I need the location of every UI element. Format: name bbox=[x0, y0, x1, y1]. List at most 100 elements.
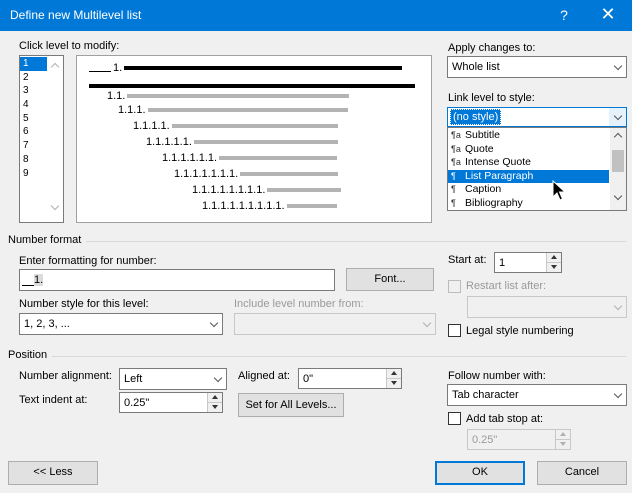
style-option[interactable]: ¶ Caption bbox=[448, 183, 609, 197]
chevron-down-icon[interactable] bbox=[418, 314, 435, 334]
tab-stop-spinner[interactable] bbox=[555, 430, 570, 449]
dialog-title: Define new Multilevel list bbox=[10, 8, 142, 22]
text-indent-value: 0.25" bbox=[124, 396, 150, 409]
preview-row: 1.1.1.1.1.1.1.1. bbox=[192, 184, 342, 196]
number-alignment-value: Left bbox=[124, 373, 143, 385]
spin-down-icon[interactable] bbox=[547, 263, 561, 273]
text-indent-input[interactable]: 0.25" bbox=[119, 392, 223, 413]
link-level-label: Link level to style: bbox=[448, 92, 535, 104]
start-at-spinner[interactable] bbox=[546, 253, 561, 272]
help-icon[interactable]: ? bbox=[556, 7, 572, 23]
chevron-down-icon[interactable] bbox=[609, 297, 626, 317]
legal-style-checkbox[interactable] bbox=[448, 324, 461, 337]
number-alignment-dropdown[interactable]: Left bbox=[119, 368, 227, 390]
preview-row: 1.1.1.1.1.1.1. bbox=[174, 168, 339, 180]
less-button[interactable]: << Less bbox=[8, 461, 98, 485]
legal-style-label: Legal style numbering bbox=[466, 325, 574, 337]
title-bar: Define new Multilevel list ? ✕ bbox=[0, 0, 632, 31]
aligned-at-label: Aligned at: bbox=[238, 370, 290, 382]
level-item[interactable]: 4 bbox=[20, 98, 47, 112]
font-button[interactable]: Font... bbox=[346, 268, 434, 291]
preview-number: 1.1.1. bbox=[118, 104, 146, 116]
style-option[interactable]: ¶a Quote bbox=[448, 143, 609, 157]
level-item[interactable]: 3 bbox=[20, 84, 47, 98]
cancel-button[interactable]: Cancel bbox=[537, 461, 627, 485]
tab-stop-input[interactable]: 0.25" bbox=[467, 429, 571, 450]
set-for-all-levels-button[interactable]: Set for All Levels... bbox=[238, 393, 344, 417]
spin-down-icon[interactable] bbox=[208, 403, 222, 413]
spin-up-icon[interactable] bbox=[387, 369, 401, 379]
preview-number: 1.1.1.1. bbox=[133, 120, 170, 132]
scroll-down-icon[interactable] bbox=[50, 201, 60, 211]
scroll-down-icon[interactable] bbox=[613, 191, 623, 201]
add-tab-stop-checkbox[interactable] bbox=[448, 412, 461, 425]
style-option-label: Quote bbox=[465, 142, 494, 155]
style-option[interactable]: ¶ Bibliography bbox=[448, 197, 609, 211]
chevron-down-icon[interactable] bbox=[609, 57, 626, 77]
spin-up-icon[interactable] bbox=[547, 253, 561, 263]
level-item[interactable]: 9 bbox=[20, 167, 47, 181]
paragraph-char-style-icon: ¶a bbox=[451, 143, 461, 154]
scroll-up-icon[interactable] bbox=[613, 132, 623, 142]
style-list-scrollbar[interactable] bbox=[610, 128, 626, 210]
level-list[interactable]: 123456789 bbox=[19, 55, 64, 223]
paragraph-char-style-icon: ¶a bbox=[451, 157, 461, 168]
chevron-down-icon[interactable] bbox=[205, 314, 222, 334]
text-indent-spinner[interactable] bbox=[207, 393, 222, 412]
spin-down-icon[interactable] bbox=[556, 440, 570, 450]
link-level-options[interactable]: ¶a Subtitle ¶a Quote ¶a Intense Quote ¶ List Pa… bbox=[447, 127, 627, 211]
aligned-at-spinner[interactable] bbox=[386, 369, 401, 388]
tab-stop-value: 0.25" bbox=[472, 433, 498, 446]
number-format-input[interactable]: 1. bbox=[19, 269, 335, 291]
level-list-scrollbar[interactable] bbox=[48, 56, 63, 222]
style-option[interactable]: ¶ List Paragraph bbox=[448, 169, 609, 184]
spin-up-icon[interactable] bbox=[208, 393, 222, 403]
aligned-at-input[interactable]: 0" bbox=[298, 368, 402, 389]
level-item[interactable]: 6 bbox=[20, 125, 47, 139]
include-level-dropdown[interactable] bbox=[234, 313, 436, 335]
style-option-label: List Paragraph bbox=[465, 169, 534, 182]
restart-list-dropdown[interactable] bbox=[467, 296, 627, 318]
style-option-label: Caption bbox=[465, 183, 502, 196]
level-item[interactable]: 2 bbox=[20, 71, 47, 85]
level-item[interactable]: 1 bbox=[20, 57, 47, 71]
preview-text-line bbox=[89, 84, 415, 88]
preview-text-line bbox=[286, 204, 337, 208]
chevron-down-icon[interactable] bbox=[609, 385, 626, 405]
spin-down-icon[interactable] bbox=[387, 379, 401, 389]
number-format-heading: Number format bbox=[8, 234, 82, 246]
preview-text-line bbox=[193, 140, 338, 144]
level-item[interactable]: 8 bbox=[20, 153, 47, 167]
restart-list-checkbox[interactable] bbox=[448, 280, 461, 293]
scroll-up-icon[interactable] bbox=[50, 62, 60, 72]
link-level-dropdown[interactable]: (no style) bbox=[447, 107, 627, 127]
spin-up-icon[interactable] bbox=[556, 430, 570, 440]
chevron-down-icon[interactable] bbox=[609, 108, 626, 126]
style-option[interactable]: ¶a Subtitle bbox=[448, 129, 609, 143]
start-at-input[interactable]: 1 bbox=[494, 252, 562, 273]
apply-changes-value: Whole list bbox=[452, 61, 500, 73]
click-level-label: Click level to modify: bbox=[19, 40, 120, 52]
follow-number-label: Follow number with: bbox=[448, 370, 546, 382]
style-option-label: Subtitle bbox=[465, 129, 501, 141]
level-item[interactable]: 5 bbox=[20, 112, 47, 126]
aligned-at-value: 0" bbox=[303, 372, 314, 385]
level-item[interactable]: 7 bbox=[20, 139, 47, 153]
apply-changes-dropdown[interactable]: Whole list bbox=[447, 56, 627, 78]
apply-changes-label: Apply changes to: bbox=[448, 42, 536, 54]
close-icon[interactable]: ✕ bbox=[598, 4, 618, 25]
include-level-label: Include level number from: bbox=[234, 298, 364, 310]
preview-number: 1.1.1.1.1.1.1.1.1. bbox=[202, 200, 285, 212]
preview-number: 1.1.1.1.1.1. bbox=[162, 152, 218, 164]
chevron-down-icon[interactable] bbox=[209, 369, 226, 389]
ok-button[interactable]: OK bbox=[435, 461, 525, 485]
preview-number: 1.1. bbox=[107, 90, 126, 102]
follow-number-dropdown[interactable]: Tab character bbox=[447, 384, 627, 406]
number-style-value: 1, 2, 3, ... bbox=[24, 318, 70, 330]
preview-number: 1.1.1.1.1.1.1. bbox=[174, 168, 239, 180]
link-level-value: (no style) bbox=[450, 108, 502, 126]
style-option[interactable]: ¶a Intense Quote bbox=[448, 156, 609, 170]
number-style-dropdown[interactable]: 1, 2, 3, ... bbox=[19, 313, 223, 335]
scroll-thumb[interactable] bbox=[612, 150, 624, 172]
preview-row: 1.1.1. bbox=[118, 104, 348, 116]
